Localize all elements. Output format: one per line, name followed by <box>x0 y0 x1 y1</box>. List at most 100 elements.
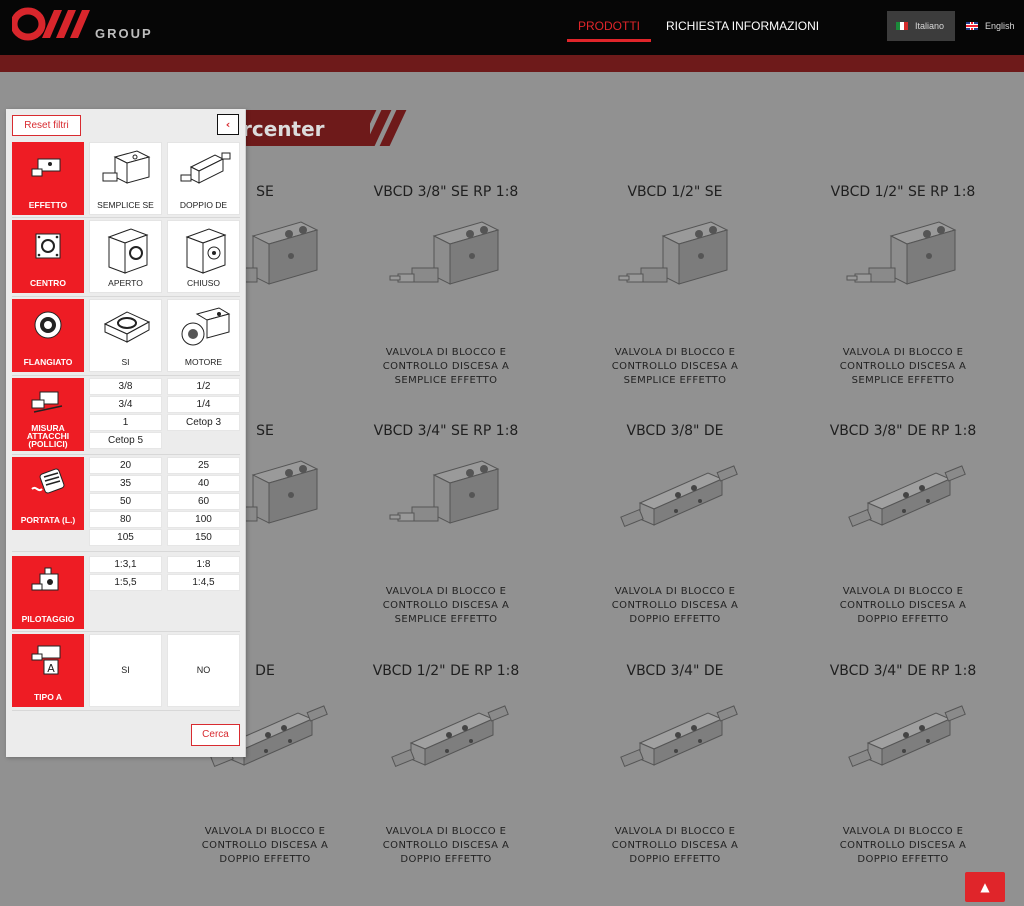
filter-option-portata[interactable]: 35 <box>89 475 162 492</box>
filter-option-portata[interactable]: 60 <box>167 493 240 510</box>
filter-option-portata[interactable]: 40 <box>167 475 240 492</box>
product-title[interactable]: VBCD 3/8" SE RP 1:8 <box>341 182 551 202</box>
lang-italiano-label: Italiano <box>915 21 945 31</box>
centro-icon <box>35 233 61 259</box>
filter-centro-header: CENTRO <box>12 220 84 293</box>
filter-option-portata[interactable]: 80 <box>89 511 162 528</box>
filter-option-chiuso-label: CHIUSO <box>186 278 221 288</box>
nav-richiesta-informazioni[interactable]: RICHIESTA INFORMAZIONI <box>666 18 819 34</box>
filter-option-semplice[interactable]: SEMPLICE SE <box>89 142 162 215</box>
filter-option-portata[interactable]: 25 <box>167 457 240 474</box>
filter-option-misura[interactable]: 3/8 <box>89 378 162 395</box>
filter-pilotaggio-label: PILOTAGGIO <box>21 614 75 624</box>
filter-option-portata[interactable]: 150 <box>167 529 240 546</box>
filter-option-flangiato-si[interactable]: SI <box>89 299 162 372</box>
filter-option-portata[interactable]: 100 <box>167 511 240 528</box>
section-divider <box>12 375 240 376</box>
product-title[interactable]: VBCD 3/4" DE RP 1:8 <box>798 661 1008 681</box>
filter-option-flangiato-si-label: SI <box>121 357 130 367</box>
filter-effetto-label: EFFETTO <box>28 200 68 210</box>
pilot-valve-icon <box>31 567 59 591</box>
product-card[interactable]: VBCD 3/8" DE VALVOLA DI BLOCCO E CONTROLL… <box>570 421 780 627</box>
page-title: rcenter <box>242 117 325 141</box>
product-card[interactable]: VBCD 3/4" SE RP 1:8 VALVOLA DI BLOCCO E C… <box>341 421 551 627</box>
product-title[interactable]: VBCD 1/2" DE RP 1:8 <box>341 661 551 681</box>
reset-filters-button[interactable]: Reset filtri <box>12 115 81 136</box>
filter-option-misura[interactable]: 1 <box>89 414 162 431</box>
valve-single-icon <box>102 150 151 184</box>
product-image-wrap[interactable] <box>798 691 1008 821</box>
uk-flag-icon <box>966 22 978 30</box>
filter-option-portata[interactable]: 50 <box>89 493 162 510</box>
section-divider <box>12 217 240 218</box>
filter-option-pilotaggio[interactable]: 1:3,1 <box>89 556 162 573</box>
product-image-wrap[interactable] <box>798 451 1008 581</box>
product-card[interactable]: VBCD 3/4" DE RP 1:8 VALVOLA DI BLOCCO E C… <box>798 661 1008 867</box>
filter-option-pilotaggio[interactable]: 1:5,5 <box>89 574 162 591</box>
collapse-panel-button[interactable]: ‹ <box>217 114 239 135</box>
filter-option-misura[interactable]: 1/2 <box>167 378 240 395</box>
product-image-wrap[interactable] <box>570 691 780 821</box>
chevron-up-icon: ▲ <box>980 880 990 894</box>
product-image <box>389 460 500 524</box>
product-image-wrap[interactable] <box>798 212 1008 342</box>
product-title[interactable]: VBCD 3/8" DE RP 1:8 <box>798 421 1008 441</box>
filter-option-misura[interactable]: 1/4 <box>167 396 240 413</box>
company-logo[interactable] <box>12 6 92 42</box>
product-title[interactable]: VBCD 3/8" DE <box>570 421 780 441</box>
section-divider <box>12 296 240 297</box>
filter-option-misura[interactable]: Cetop 3 <box>167 414 240 431</box>
lang-english[interactable]: English <box>957 11 1024 41</box>
product-image-wrap[interactable] <box>341 691 551 821</box>
filter-option-motore[interactable]: MOTORE <box>167 299 240 372</box>
product-title[interactable]: VBCD 3/4" DE <box>570 661 780 681</box>
product-image-wrap[interactable] <box>570 451 780 581</box>
filter-option-portata[interactable]: 105 <box>89 529 162 546</box>
product-title[interactable]: VBCD 3/4" SE RP 1:8 <box>341 421 551 441</box>
product-description: VALVOLA DI BLOCCO E CONTROLLO DISCESA A … <box>839 826 967 865</box>
lang-italiano[interactable]: Italiano <box>887 11 955 41</box>
section-divider <box>12 454 240 455</box>
flange-icon <box>34 311 62 339</box>
filter-option-tipo-a-si[interactable]: SI <box>89 634 162 707</box>
nav-prodotti[interactable]: PRODOTTI <box>567 18 651 42</box>
product-card[interactable]: VBCD 1/2" SE VALVOLA DI BLOCCO E CONTROLL… <box>570 182 780 388</box>
filter-centro-label: CENTRO <box>30 278 66 288</box>
filter-option-portata[interactable]: 20 <box>89 457 162 474</box>
italy-flag-icon <box>896 22 908 30</box>
flange-plate-icon <box>103 311 151 343</box>
filter-tipo-a-header: A TIPO A <box>12 634 84 707</box>
product-card[interactable]: VBCD 1/2" SE RP 1:8 VALVOLA DI BLOCCO E C… <box>798 182 1008 388</box>
product-description: VALVOLA DI BLOCCO E CONTROLLO DISCESA A … <box>201 826 329 865</box>
valve-small-icon <box>31 158 61 177</box>
section-divider <box>12 631 240 632</box>
filter-option-pilotaggio[interactable]: 1:8 <box>167 556 240 573</box>
product-image <box>620 465 738 528</box>
scroll-to-top-button[interactable]: ▲ <box>965 872 1005 902</box>
filter-option-misura[interactable]: 3/4 <box>89 396 162 413</box>
flow-spring-icon <box>31 468 65 494</box>
filter-option-motore-label: MOTORE <box>184 357 223 367</box>
filter-option-misura[interactable]: Cetop 5 <box>89 432 162 449</box>
filter-option-chiuso[interactable]: CHIUSO <box>167 220 240 293</box>
product-card[interactable]: VBCD 3/8" DE RP 1:8 VALVOLA DI BLOCCO E C… <box>798 421 1008 627</box>
product-card[interactable]: VBCD 1/2" DE RP 1:8 VALVOLA DI BLOCCO E C… <box>341 661 551 867</box>
filter-misura-label: MISURA ATTACCHI (POLLICI) <box>12 424 84 449</box>
filter-option-doppio[interactable]: DOPPIO DE <box>167 142 240 215</box>
product-card[interactable]: VBCD 3/8" SE RP 1:8 VALVOLA DI BLOCCO E C… <box>341 182 551 388</box>
product-image-wrap[interactable] <box>570 212 780 342</box>
product-image <box>618 221 729 285</box>
motor-valve-icon <box>181 307 231 346</box>
product-card[interactable]: VBCD 3/4" DE VALVOLA DI BLOCCO E CONTROLL… <box>570 661 780 867</box>
product-image-wrap[interactable] <box>341 212 551 342</box>
filter-option-aperto[interactable]: APERTO <box>89 220 162 293</box>
filter-option-tipo-a-no[interactable]: NO <box>167 634 240 707</box>
product-title[interactable]: VBCD 1/2" SE <box>570 182 780 202</box>
filter-option-pilotaggio[interactable]: 1:4,5 <box>167 574 240 591</box>
product-title[interactable]: VBCD 1/2" SE RP 1:8 <box>798 182 1008 202</box>
filter-flangiato-label: FLANGIATO <box>23 357 73 367</box>
product-image-wrap[interactable] <box>341 451 551 581</box>
section-divider <box>12 710 240 711</box>
fitting-icon <box>31 391 63 413</box>
search-button[interactable]: Cerca <box>191 724 240 746</box>
